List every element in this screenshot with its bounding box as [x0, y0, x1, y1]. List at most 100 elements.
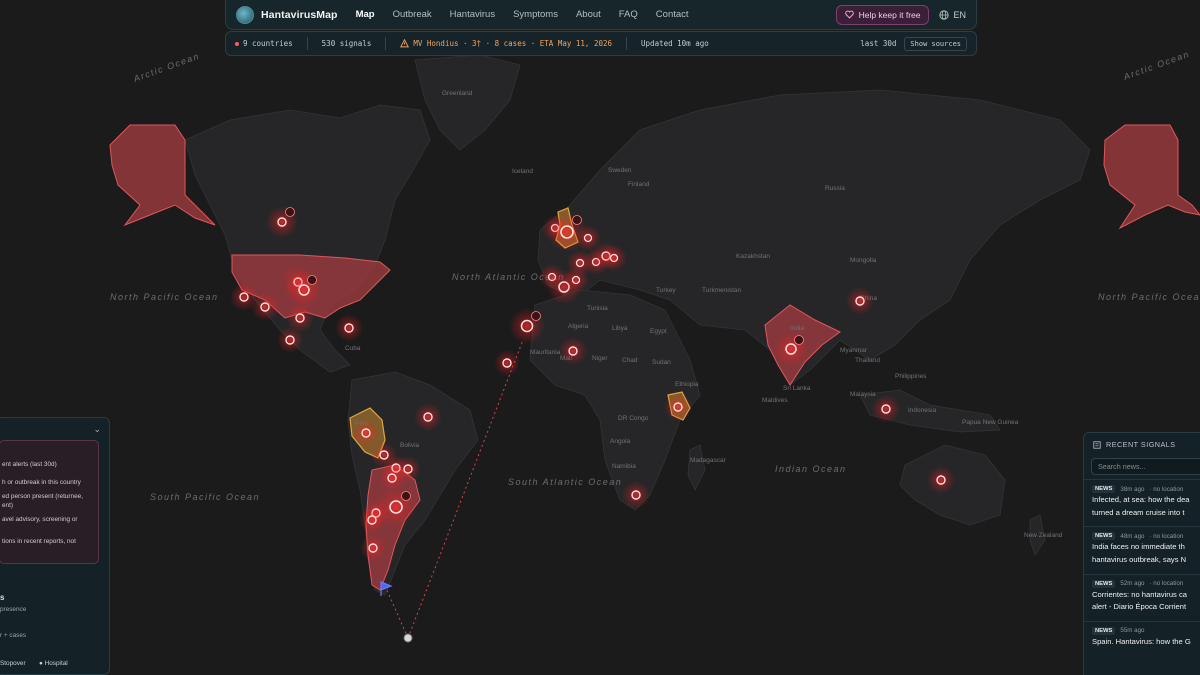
- alert-dot-icon: [235, 42, 239, 46]
- outbreak-marker: [509, 308, 545, 344]
- signal-title: alert - Diario Época Corrient: [1092, 602, 1187, 612]
- legend-text: r + cases: [0, 632, 27, 639]
- language-label: EN: [953, 9, 966, 20]
- outbreak-marker: [774, 332, 808, 366]
- nav-link-faq[interactable]: FAQ: [619, 9, 638, 20]
- world-map[interactable]: Arctic Ocean Arctic Ocean North Pacific …: [0, 0, 1200, 675]
- outbreak-marker: [360, 535, 386, 561]
- signal-title: Spain. Hantavirus: how the G: [1092, 636, 1191, 646]
- place-label: Greenland: [442, 90, 473, 97]
- outbreak-marker: [335, 314, 363, 342]
- globe-logo-icon: [236, 5, 254, 24]
- outbreak-marker: [359, 507, 385, 533]
- place-label: India: [790, 325, 804, 332]
- country-count: 9 countries: [235, 39, 293, 48]
- legend-stopover: Stopover: [0, 660, 26, 667]
- nav-link-outbreak[interactable]: Outbreak: [393, 9, 432, 20]
- signal-meta: NEWS 38m ago · no location: [1092, 485, 1200, 493]
- legend-text: tions in recent reports, not: [2, 538, 76, 545]
- place-label: Turkmenistan: [702, 287, 742, 294]
- help-button-label: Help keep it free: [858, 9, 921, 20]
- place-label: Papua New Guinea: [962, 419, 1019, 426]
- place-label: Ethiopia: [675, 381, 699, 388]
- recent-signals-panel: RECENT SIGNALS NEWS38m ago· no location …: [1083, 432, 1200, 675]
- help-keep-free-button[interactable]: Help keep it free: [835, 4, 930, 25]
- divider: [306, 37, 308, 50]
- signal-title: turned a dream cruise into t: [1092, 507, 1185, 517]
- place-label: New Zealand: [1024, 532, 1063, 539]
- outbreak-marker: [277, 327, 303, 353]
- nav-link-about[interactable]: About: [576, 9, 601, 20]
- search-news-input[interactable]: [1091, 458, 1200, 475]
- chevron-down-icon[interactable]: ⌄: [93, 424, 101, 435]
- outbreak-marker: [286, 272, 322, 308]
- signal-title: Corrientes: no hantavirus ca: [1092, 589, 1187, 599]
- news-badge: NEWS: [1092, 626, 1116, 635]
- nav-link-symptoms[interactable]: Symptoms: [513, 9, 558, 20]
- divider: [385, 37, 387, 50]
- legend-text: ed person present (returnee,: [2, 493, 83, 500]
- ocean-label: North Pacific Ocean: [110, 292, 219, 302]
- legend-text: ent): [2, 502, 14, 509]
- legend-text: presence: [0, 606, 27, 613]
- place-label: Cuba: [345, 345, 361, 352]
- place-label: Namibia: [612, 463, 636, 470]
- outbreak-marker: [622, 481, 650, 509]
- signal-item[interactable]: NEWS 55m ago Spain. Hantavirus: how the G: [1084, 620, 1200, 652]
- ocean-label: Indian Ocean: [775, 464, 847, 474]
- legend-panel: ⌄ ent alerts (last 30d) h or outbreak in…: [0, 417, 110, 675]
- news-badge: NEWS: [1092, 485, 1116, 493]
- last-updated: Updated 10m ago: [641, 39, 709, 48]
- main-nav: Map Outbreak Hantavirus Symptoms About F…: [356, 9, 689, 20]
- ship-position-marker[interactable]: [403, 633, 413, 643]
- legend-heading: s: [0, 593, 5, 602]
- signals-title: RECENT SIGNALS: [1106, 440, 1176, 449]
- language-selector[interactable]: EN: [939, 10, 966, 20]
- place-label: DR Congo: [618, 415, 649, 422]
- signal-title: Infected, at sea: how the dea: [1092, 495, 1190, 504]
- place-label: Niger: [592, 355, 608, 362]
- place-label: Iceland: [512, 168, 533, 175]
- nav-link-map[interactable]: Map: [356, 9, 375, 20]
- legend-text: avel advisory, screening or: [2, 516, 78, 523]
- outbreak-marker: [251, 293, 279, 321]
- news-badge: NEWS: [1092, 579, 1116, 588]
- legend-hospital: ● Hospital: [39, 660, 68, 667]
- status-controls: last 30d Show sources: [860, 36, 967, 51]
- signal-item[interactable]: NEWS 48m ago · no location India faces no …: [1084, 526, 1200, 569]
- place-label: Madagascar: [690, 457, 727, 464]
- outbreak-marker: [559, 337, 587, 365]
- place-label: Philippines: [895, 373, 927, 380]
- ship-alert[interactable]: MV Hondius · 3† · 8 cases · ETA May 11, …: [400, 39, 612, 48]
- place-label: Maldives: [762, 397, 788, 404]
- signal-item[interactable]: NEWS 38m ago · no location Infected, at se…: [1084, 479, 1200, 522]
- place-label: Mauritania: [530, 349, 561, 356]
- status-bar: 9 countries 530 signals MV Hondius · 3† …: [225, 31, 977, 56]
- signal-item[interactable]: NEWS 52m ago · no location Corrientes: no …: [1084, 573, 1200, 617]
- place-label: Mongolia: [850, 257, 877, 264]
- time-range-selector[interactable]: last 30d: [860, 39, 896, 48]
- legend-alert-box: ent alerts (last 30d) h or outbreak in t…: [0, 440, 99, 564]
- signal-count: 530 signals: [321, 39, 372, 48]
- ocean-label: South Pacific Ocean: [150, 492, 260, 502]
- news-badge: NEWS: [1092, 532, 1116, 541]
- place-label: Chad: [622, 357, 638, 364]
- signal-meta: NEWS 48m ago · no location: [1092, 532, 1200, 541]
- nav-link-hantavirus[interactable]: Hantavirus: [450, 9, 495, 20]
- signal-title: hantavirus outbreak, says N: [1092, 554, 1187, 564]
- place-label: Libya: [612, 325, 628, 332]
- list-icon: [1093, 440, 1101, 449]
- place-label: Malaysia: [850, 391, 876, 398]
- signal-title: India faces no immediate th: [1092, 542, 1185, 552]
- ocean-label: North Pacific Ocean: [1098, 292, 1200, 302]
- place-label: Turkey: [656, 287, 676, 294]
- brand-name: HantavirusMap: [261, 8, 338, 21]
- show-sources-button[interactable]: Show sources: [904, 36, 967, 51]
- legend-text: h or outbreak in this country: [2, 479, 81, 486]
- outbreak-marker: [927, 466, 955, 494]
- place-label: Sri Lanka: [783, 385, 811, 392]
- heart-icon: [844, 10, 854, 19]
- nav-link-contact[interactable]: Contact: [656, 9, 689, 20]
- brand[interactable]: HantavirusMap: [236, 5, 338, 24]
- signal-meta: NEWS 52m ago · no location: [1092, 579, 1200, 588]
